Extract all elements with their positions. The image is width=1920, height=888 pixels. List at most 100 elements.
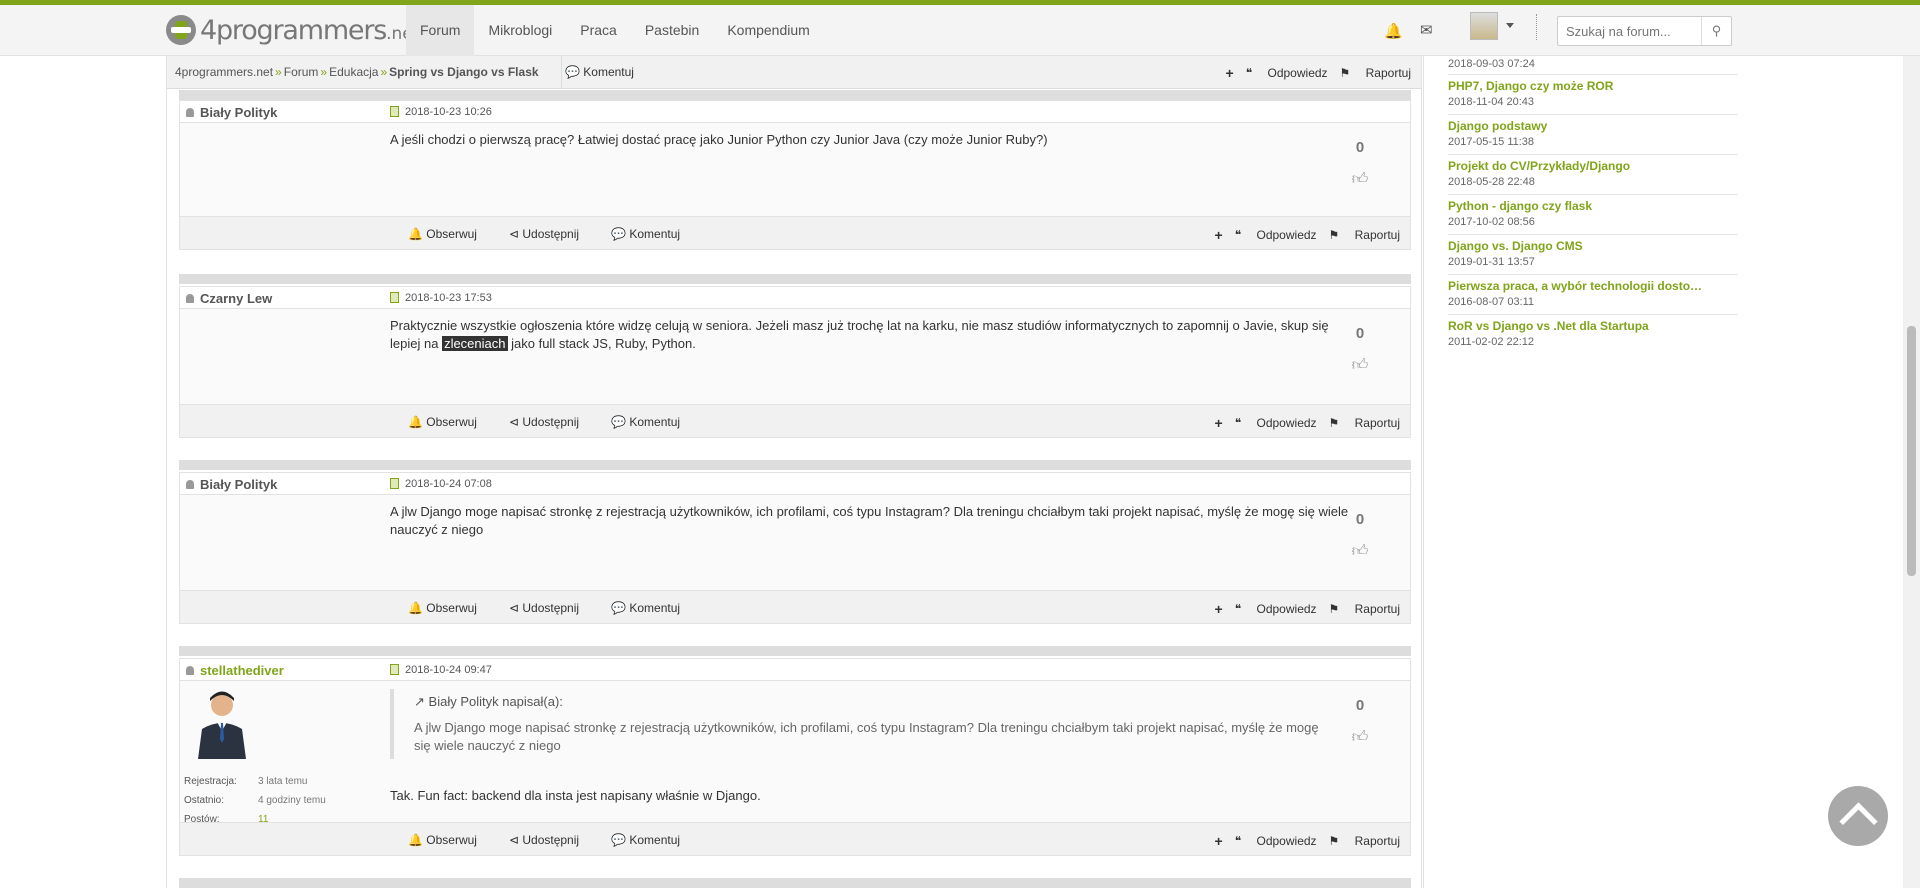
post-gap [179, 460, 1411, 470]
document-icon [390, 478, 399, 489]
reply-button[interactable]: ❝ Odpowiedz [1246, 66, 1328, 80]
report-button[interactable]: ⚑ Raportuj [1329, 834, 1400, 848]
comment-button[interactable]: 💬 Komentuj [611, 833, 696, 847]
report-button[interactable]: ⚑ Raportuj [1329, 602, 1400, 616]
follow-button[interactable]: 🔔 Obserwuj [408, 227, 493, 241]
post-body: Praktycznie wszystkie ogłoszenia które w… [390, 318, 1329, 351]
list-item[interactable]: Python - django czy flask 2017-10-02 08:5… [1448, 195, 1738, 235]
report-button[interactable]: ⚑ Raportuj [1329, 228, 1400, 242]
bell-icon[interactable]: 🔔 [1384, 22, 1403, 40]
list-item[interactable]: PHP7, Django czy może ROR 2018-11-04 20:4… [1448, 75, 1738, 115]
list-item[interactable]: Django vs. Django CMS 2019-01-31 13:57 [1448, 235, 1738, 275]
post-body: Tak. Fun fact: backend dla insta jest na… [390, 788, 761, 803]
breadcrumb-divider [561, 56, 562, 88]
reply-button[interactable]: ❝ Odpowiedz [1235, 834, 1317, 848]
thumbs-up-icon[interactable]: 👍︎ [1345, 356, 1375, 375]
thumbs-up-icon[interactable]: 👍︎ [1345, 542, 1375, 561]
thread-title[interactable]: Django vs. Django CMS [1448, 238, 1738, 254]
nav-pastebin[interactable]: Pastebin [631, 5, 713, 56]
comment-button[interactable]: 💬 Komentuj [565, 65, 650, 79]
post-gap [179, 878, 1411, 888]
forum-thread: 4programmers.net» Forum» Edukacja» Spring v… [166, 56, 1422, 888]
post-date[interactable]: 2018-10-23 10:26 [390, 106, 492, 118]
list-item[interactable]: RoR vs Django vs .Net dla Startupa 2011-0… [1448, 315, 1738, 354]
post-author[interactable]: Biały Polityk [186, 477, 277, 492]
nav-mikroblogi[interactable]: Mikroblogi [474, 5, 566, 56]
reply-button[interactable]: ❝ Odpowiedz [1235, 416, 1317, 430]
nav-kompendium[interactable]: Kompendium [713, 5, 824, 56]
site-logo[interactable]: 4programmers.net [166, 14, 419, 46]
comment-button[interactable]: 💬 Komentuj [611, 601, 696, 615]
scrollbar-thumb[interactable] [1907, 326, 1916, 576]
post-date[interactable]: 2018-10-23 17:53 [390, 292, 492, 304]
post-header: Biały Polityk 2018-10-23 10:26 [180, 101, 1410, 123]
follow-button[interactable]: 🔔 Obserwuj [408, 601, 493, 615]
list-item[interactable]: Pierwsza praca, a wybór technologii dost… [1448, 275, 1738, 315]
reply-button[interactable]: ❝ Odpowiedz [1235, 602, 1317, 616]
report-button[interactable]: ⚑ Raportuj [1340, 66, 1411, 80]
share-button[interactable]: ⊲ Udostępnij [509, 227, 595, 241]
logo-icon [166, 15, 196, 45]
thread-title[interactable]: PHP7, Django czy może ROR [1448, 78, 1738, 94]
page-scrollbar[interactable] [1903, 56, 1920, 888]
list-item[interactable]: Projekt do CV/Przykłady/Django 2018-05-28… [1448, 155, 1738, 195]
reply-button[interactable]: ❝ Odpowiedz [1235, 228, 1317, 242]
thread-date: 2011-02-02 22:12 [1448, 336, 1535, 348]
plus-icon[interactable]: + [1215, 227, 1223, 243]
post-footer: 🔔 Obserwuj ⊲ Udostępnij 💬 Komentuj + ❝ O… [180, 590, 1410, 623]
plus-icon[interactable]: + [1215, 601, 1223, 617]
user-avatar[interactable] [194, 687, 250, 759]
user-avatar[interactable] [1470, 12, 1498, 40]
comment-button[interactable]: 💬 Komentuj [611, 415, 696, 429]
document-icon [390, 106, 399, 117]
scroll-to-top-button[interactable] [1828, 786, 1888, 846]
document-icon [390, 664, 399, 675]
thread-title[interactable]: Projekt do CV/Przykłady/Django [1448, 158, 1738, 174]
plus-icon[interactable]: + [1215, 415, 1223, 431]
plus-icon[interactable]: + [1215, 833, 1223, 849]
post-date[interactable]: 2018-10-24 09:47 [390, 664, 492, 676]
post-header: Czarny Lew 2018-10-23 17:53 [180, 287, 1410, 309]
document-icon [390, 292, 399, 303]
plus-icon[interactable]: + [1226, 65, 1234, 81]
quote-block: ↗ Biały Polityk napisał(a): A jlw Django… [390, 689, 1320, 759]
report-button[interactable]: ⚑ Raportuj [1329, 416, 1400, 430]
breadcrumb-forum[interactable]: Forum [284, 65, 319, 79]
thread-title[interactable]: RoR vs Django vs .Net dla Startupa [1448, 318, 1738, 334]
user-icon [186, 294, 194, 303]
list-item[interactable]: Django podstawy 2017-05-15 11:38 [1448, 115, 1738, 155]
post-author[interactable]: stellathediver [186, 663, 284, 678]
thread-title[interactable]: Django podstawy [1448, 118, 1738, 134]
post-date[interactable]: 2018-10-24 07:08 [390, 478, 492, 490]
nav-forum[interactable]: Forum [406, 5, 475, 56]
thread-date: 2017-10-02 08:56 [1448, 216, 1535, 228]
search-input[interactable] [1558, 17, 1698, 45]
search-icon[interactable]: ⚲ [1701, 17, 1731, 45]
share-button[interactable]: ⊲ Udostępnij [509, 601, 595, 615]
thread-title[interactable]: Python - django czy flask [1448, 198, 1738, 214]
comment-button[interactable]: 💬 Komentuj [611, 227, 696, 241]
thumbs-up-icon[interactable]: 👍︎ [1345, 728, 1375, 747]
post-author[interactable]: Biały Polityk [186, 105, 277, 120]
envelope-icon[interactable]: ✉ [1420, 21, 1433, 39]
follow-button[interactable]: 🔔 Obserwuj [408, 833, 493, 847]
nav-praca[interactable]: Praca [566, 5, 631, 56]
post-footer: 🔔 Obserwuj ⊲ Udostępnij 💬 Komentuj + ❝ O… [180, 822, 1410, 855]
share-button[interactable]: ⊲ Udostępnij [509, 415, 595, 429]
thread-date: 2017-05-15 11:38 [1448, 136, 1535, 148]
post-footer: 🔔 Obserwuj ⊲ Udostępnij 💬 Komentuj + ❝ O… [180, 404, 1410, 437]
user-icon [186, 480, 194, 489]
follow-button[interactable]: 🔔 Obserwuj [408, 415, 493, 429]
share-button[interactable]: ⊲ Udostępnij [509, 833, 595, 847]
post-gap [179, 646, 1411, 656]
breadcrumb-home[interactable]: 4programmers.net [175, 65, 273, 79]
vote-box: 0 👍︎ [1345, 325, 1375, 375]
post-body: A jeśli chodzi o pierwszą pracę? Łatwiej… [390, 132, 1048, 147]
thumbs-up-icon[interactable]: 👍︎ [1345, 170, 1375, 189]
chevron-down-icon[interactable] [1506, 23, 1514, 28]
breadcrumb-current[interactable]: Spring vs Django vs Flask [389, 65, 538, 79]
post-author[interactable]: Czarny Lew [186, 291, 272, 306]
external-link-icon[interactable]: ↗ [414, 694, 425, 709]
thread-title[interactable]: Pierwsza praca, a wybór technologii dost… [1448, 278, 1738, 294]
breadcrumb-category[interactable]: Edukacja [329, 65, 378, 79]
